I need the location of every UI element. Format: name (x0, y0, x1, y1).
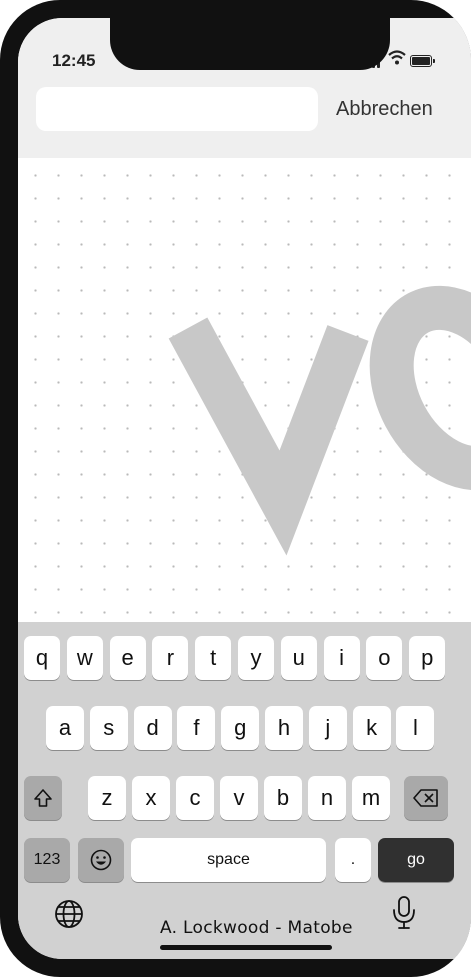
key-q[interactable]: q (24, 636, 60, 680)
key-j[interactable]: j (308, 706, 347, 750)
key-g[interactable]: g (221, 706, 260, 750)
key-c[interactable]: c (176, 776, 214, 820)
go-key[interactable]: go (378, 838, 454, 882)
key-z[interactable]: z (88, 776, 126, 820)
mic-icon[interactable] (390, 895, 418, 931)
key-s[interactable]: s (89, 706, 128, 750)
key-p[interactable]: p (409, 636, 446, 680)
key-e[interactable]: e (109, 636, 146, 680)
notch (110, 18, 390, 70)
key-l[interactable]: l (396, 706, 435, 750)
key-x[interactable]: x (132, 776, 170, 820)
key-f[interactable]: f (177, 706, 216, 750)
key-b[interactable]: b (264, 776, 302, 820)
key-y[interactable]: y (238, 636, 274, 680)
key-r[interactable]: r (152, 636, 189, 680)
watermark (168, 285, 471, 556)
delete-key[interactable] (404, 776, 448, 820)
globe-icon[interactable] (53, 898, 85, 930)
key-n[interactable]: n (308, 776, 346, 820)
key-a[interactable]: a (46, 706, 84, 750)
home-indicator[interactable] (160, 945, 332, 950)
key-h[interactable]: h (265, 706, 303, 750)
key-v[interactable]: v (220, 776, 258, 820)
space-key[interactable]: space (131, 838, 326, 882)
key-i[interactable]: i (323, 636, 360, 680)
battery-icon (410, 55, 435, 67)
numbers-key[interactable]: 123 (24, 838, 70, 882)
key-m[interactable]: m (352, 776, 390, 820)
shift-key[interactable] (24, 776, 62, 820)
emoji-key[interactable] (78, 838, 124, 882)
search-input[interactable] (36, 87, 318, 131)
signature-text: A. Lockwood - Matobe (160, 918, 353, 938)
phone-frame: 12:45 Abbrechen q w e r t y u i o p a s … (0, 0, 471, 977)
status-time: 12:45 (52, 51, 96, 70)
key-u[interactable]: u (280, 636, 317, 680)
key-w[interactable]: w (66, 636, 103, 680)
key-o[interactable]: o (366, 636, 403, 680)
shift-icon (34, 789, 52, 807)
key-k[interactable]: k (352, 706, 391, 750)
period-key[interactable]: . (335, 838, 371, 882)
dotted-canvas (18, 158, 471, 645)
wifi-icon (388, 50, 406, 70)
key-t[interactable]: t (195, 636, 232, 680)
key-d[interactable]: d (133, 706, 172, 750)
cancel-button[interactable]: Abbrechen (336, 98, 433, 121)
delete-icon (413, 789, 438, 807)
screen: 12:45 Abbrechen q w e r t y u i o p a s … (18, 18, 471, 959)
emoji-icon (90, 849, 112, 871)
